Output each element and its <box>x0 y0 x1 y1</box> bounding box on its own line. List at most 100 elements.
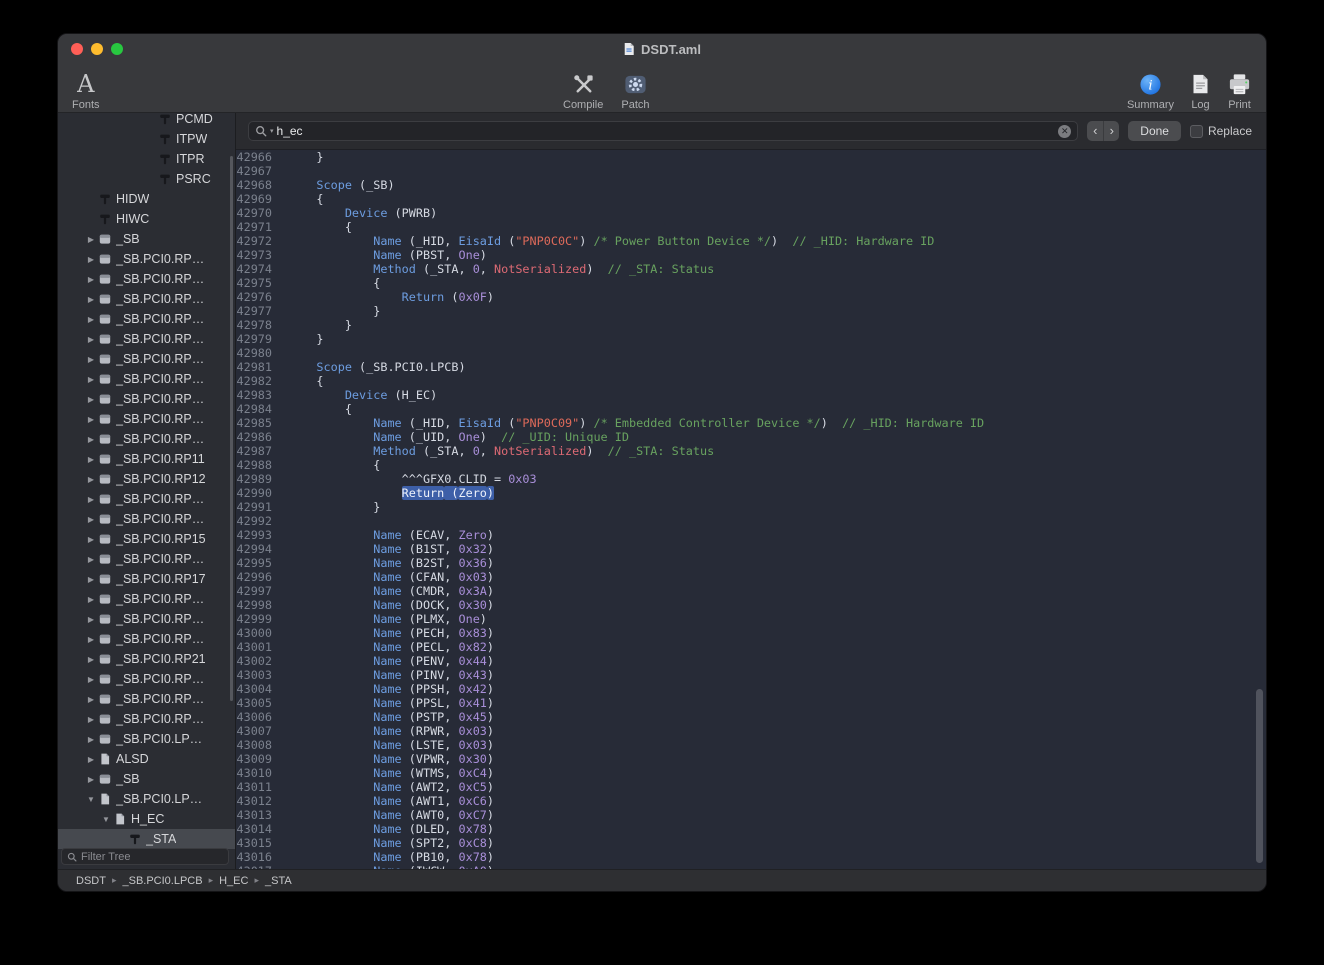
tree-item[interactable]: ITPW <box>58 129 235 149</box>
chevron-right-icon[interactable]: ▶ <box>84 275 98 284</box>
tree-item[interactable]: ▶_SB.PCI0.RP21 <box>58 649 235 669</box>
chevron-right-icon[interactable]: ▶ <box>84 535 98 544</box>
tree-item[interactable]: ▶_SB.PCI0.RP12 <box>58 469 235 489</box>
tree-item[interactable]: ▶_SB <box>58 769 235 789</box>
chevron-right-icon[interactable]: ▶ <box>84 715 98 724</box>
code-text: { <box>280 374 324 388</box>
search-options-chevron-icon[interactable]: ▾ <box>270 127 274 135</box>
chevron-right-icon[interactable]: ▶ <box>84 335 98 344</box>
chevron-right-icon[interactable]: ▶ <box>84 575 98 584</box>
tree-item-label: _SB.PCI0.RP… <box>116 492 204 506</box>
tree-item[interactable]: ▶ALSD <box>58 749 235 769</box>
chevron-right-icon[interactable]: ▶ <box>84 655 98 664</box>
search-field[interactable]: ▾ ✕ <box>248 121 1078 141</box>
chevron-right-icon[interactable]: ▶ <box>84 455 98 464</box>
patch-button[interactable]: Patch <box>621 65 649 111</box>
tree-item[interactable]: ▶_SB.PCI0.RP15 <box>58 529 235 549</box>
tree-item[interactable]: ▶_SB.PCI0.RP17 <box>58 569 235 589</box>
editor-scrollbar[interactable] <box>1256 689 1263 863</box>
tree-item[interactable]: ▶_SB.PCI0.RP… <box>58 629 235 649</box>
zoom-button[interactable] <box>111 43 123 55</box>
log-button[interactable]: Log <box>1190 65 1211 111</box>
chevron-right-icon[interactable]: ▶ <box>84 255 98 264</box>
tree-item[interactable]: _STA <box>58 829 235 849</box>
search-input[interactable] <box>277 124 1056 138</box>
chevron-right-icon[interactable]: ▶ <box>84 615 98 624</box>
tree-item[interactable]: ▶_SB.PCI0.RP… <box>58 289 235 309</box>
tree-item[interactable]: ▶_SB.PCI0.RP… <box>58 669 235 689</box>
tree-item[interactable]: ▶_SB.PCI0.RP… <box>58 509 235 529</box>
tree-item[interactable]: ▼_SB.PCI0.LP… <box>58 789 235 809</box>
chevron-right-icon[interactable]: ▶ <box>84 375 98 384</box>
tree-item[interactable]: ▶_SB.PCI0.RP… <box>58 309 235 329</box>
tree-item[interactable]: ITPR <box>58 149 235 169</box>
chevron-right-icon[interactable]: ▶ <box>84 495 98 504</box>
tree-item[interactable]: ▶_SB.PCI0.RP… <box>58 709 235 729</box>
print-button[interactable]: Print <box>1227 65 1252 111</box>
minimize-button[interactable] <box>91 43 103 55</box>
breadcrumb-item[interactable]: H_EC <box>219 875 248 887</box>
filter-tree-input[interactable] <box>81 851 223 863</box>
chevron-right-icon[interactable]: ▶ <box>84 415 98 424</box>
tree-item[interactable]: ▶_SB.PCI0.RP… <box>58 689 235 709</box>
chevron-right-icon[interactable]: ▶ <box>84 395 98 404</box>
done-button[interactable]: Done <box>1128 121 1181 141</box>
tree-item[interactable]: ▶ _SB.PCI0.RP… <box>58 489 235 509</box>
chevron-right-icon[interactable]: ▶ <box>84 315 98 324</box>
find-previous-button[interactable]: ‹ <box>1087 121 1103 141</box>
tree-item[interactable]: ▶_SB.PCI0.RP… <box>58 349 235 369</box>
tree-item[interactable]: PSRC <box>58 169 235 189</box>
code-line: 42998 Name (DOCK, 0x30) <box>236 598 1266 612</box>
tree-item[interactable]: ▶_SB.PCI0.RP… <box>58 429 235 449</box>
tree-item[interactable]: ▶_SB.PCI0.RP11 <box>58 449 235 469</box>
chevron-right-icon[interactable]: ▶ <box>84 755 98 764</box>
breadcrumb-item[interactable]: _STA <box>265 875 292 887</box>
tree-item[interactable]: HIDW <box>58 189 235 209</box>
summary-button[interactable]: i Summary <box>1127 65 1174 111</box>
compile-button[interactable]: Compile <box>563 65 603 111</box>
tree-item[interactable]: ▶_SB.PCI0.RP… <box>58 549 235 569</box>
chevron-right-icon[interactable]: ▶ <box>84 595 98 604</box>
tree-item[interactable]: ▶_SB.PCI0.RP… <box>58 389 235 409</box>
tree-item[interactable]: HIWC <box>58 209 235 229</box>
chevron-right-icon[interactable]: ▶ <box>84 695 98 704</box>
code-line: 42979 } <box>236 332 1266 346</box>
fonts-button[interactable]: A Fonts <box>72 65 100 111</box>
code-editor[interactable]: 42966 }4296742968 Scope (_SB)42969 {4297… <box>236 150 1266 869</box>
filter-tree-field[interactable] <box>61 848 229 865</box>
tree-item[interactable]: ▶_SB.PCI0.RP… <box>58 269 235 289</box>
breadcrumb-item[interactable]: DSDT <box>76 875 106 887</box>
chevron-right-icon[interactable]: ▶ <box>84 475 98 484</box>
tree-item[interactable]: ▶_SB.PCI0.RP… <box>58 409 235 429</box>
tree-item[interactable]: ▼H_EC <box>58 809 235 829</box>
titlebar[interactable]: DSDT.aml <box>58 34 1266 64</box>
chevron-right-icon[interactable]: ▶ <box>84 735 98 744</box>
clear-search-icon[interactable]: ✕ <box>1058 125 1071 138</box>
chevron-down-icon[interactable]: ▼ <box>99 815 113 824</box>
close-button[interactable] <box>71 43 83 55</box>
log-document-icon <box>1190 70 1211 98</box>
chevron-right-icon[interactable]: ▶ <box>84 515 98 524</box>
tree-item[interactable]: ▶_SB.PCI0.RP… <box>58 589 235 609</box>
chevron-right-icon[interactable]: ▶ <box>84 235 98 244</box>
chevron-right-icon[interactable]: ▶ <box>84 675 98 684</box>
replace-checkbox[interactable] <box>1190 125 1203 138</box>
code-line: 42983 Device (H_EC) <box>236 388 1266 402</box>
tree-item[interactable]: ▶_SB.PCI0.RP… <box>58 329 235 349</box>
tree-item[interactable]: ▶_SB.PCI0.RP… <box>58 249 235 269</box>
tree-item[interactable]: ▶_SB.PCI0.RP… <box>58 609 235 629</box>
chevron-right-icon[interactable]: ▶ <box>84 355 98 364</box>
chevron-right-icon[interactable]: ▶ <box>84 295 98 304</box>
breadcrumb-item[interactable]: _SB.PCI0.LPCB <box>122 875 202 887</box>
sidebar-scrollbar[interactable] <box>230 156 233 701</box>
chevron-right-icon[interactable]: ▶ <box>84 555 98 564</box>
tree-item[interactable]: ▶_SB.PCI0.LP… <box>58 729 235 749</box>
chevron-right-icon[interactable]: ▶ <box>84 775 98 784</box>
find-next-button[interactable]: › <box>1103 121 1119 141</box>
tree-item[interactable]: PCMD <box>58 113 235 129</box>
chevron-right-icon[interactable]: ▶ <box>84 435 98 444</box>
chevron-down-icon[interactable]: ▼ <box>84 795 98 804</box>
tree-item[interactable]: ▶_SB.PCI0.RP… <box>58 369 235 389</box>
tree-item[interactable]: ▶_SB <box>58 229 235 249</box>
chevron-right-icon[interactable]: ▶ <box>84 635 98 644</box>
